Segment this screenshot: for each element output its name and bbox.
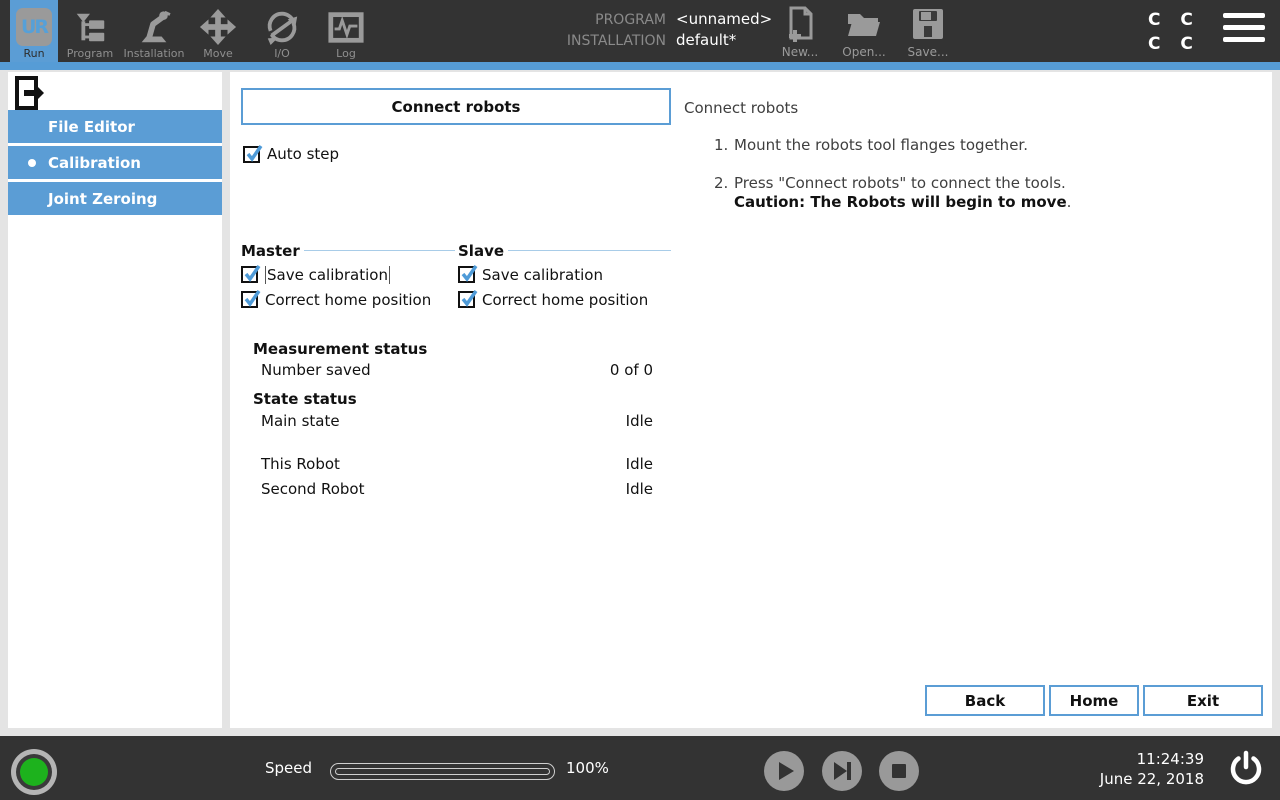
main-state-label: Main state <box>261 412 340 430</box>
time-text: 11:24:39 <box>1136 750 1204 768</box>
sidebar-item-joint-zeroing[interactable]: Joint Zeroing <box>8 182 222 215</box>
measurement-row: Number saved 0 of 0 <box>261 361 653 379</box>
home-button[interactable]: Home <box>1049 685 1139 716</box>
date-text: June 22, 2018 <box>1099 770 1204 788</box>
connect-robots-button[interactable]: Connect robots <box>241 88 671 125</box>
this-robot-label: This Robot <box>261 455 340 473</box>
master-correct-home-row: Correct home position <box>241 290 455 309</box>
tab-io[interactable]: I/O <box>250 0 314 62</box>
speed-value: 100% <box>566 759 609 777</box>
tab-installation[interactable]: Installation <box>122 0 186 62</box>
instructions-panel: Connect robots 1. Mount the robots tool … <box>684 99 1244 212</box>
slave-correct-home-checkbox[interactable] <box>458 290 478 308</box>
move-arrows-icon <box>198 7 238 47</box>
corner-status-text: C C C C <box>1148 10 1193 54</box>
tab-program[interactable]: Program <box>58 0 122 62</box>
main-tabs: UR Run Program Installation Move I/O Log <box>10 0 378 62</box>
master-legend: Master <box>241 242 455 260</box>
legend-line <box>303 250 455 251</box>
robot-arm-icon <box>134 7 174 47</box>
speed-slider[interactable] <box>330 763 555 780</box>
status-green-light <box>20 758 48 786</box>
instruction-step-2: 2. Press "Connect robots" to connect the… <box>714 174 1072 211</box>
auto-step-checkbox[interactable] <box>243 144 263 163</box>
active-bullet-icon <box>28 159 36 167</box>
sidebar-item-file-editor[interactable]: File Editor <box>8 110 222 143</box>
header-accent-strip <box>0 62 1280 70</box>
instruction-step-1: 1. Mount the robots tool flanges togethe… <box>714 136 1028 154</box>
installation-name: default* <box>676 31 737 49</box>
hamburger-menu-icon[interactable] <box>1223 13 1265 49</box>
initialize-robot-button[interactable] <box>11 749 57 795</box>
main-panel: Connect robots Auto step Master Save cal… <box>230 72 1272 728</box>
master-save-calibration-row: Save calibration <box>241 265 455 284</box>
open-button[interactable]: Open... <box>839 4 889 60</box>
main-state-row: Main state Idle <box>261 412 653 430</box>
master-correct-home-label: Correct home position <box>265 290 432 309</box>
tab-log[interactable]: Log <box>314 0 378 62</box>
tab-move[interactable]: Move <box>186 0 250 62</box>
step-2-text: Press "Connect robots" to connect the to… <box>734 174 1066 192</box>
save-floppy-icon <box>910 4 946 44</box>
exit-button[interactable]: Exit <box>1143 685 1263 716</box>
second-robot-label: Second Robot <box>261 480 365 498</box>
new-button[interactable]: New... <box>775 4 825 60</box>
slave-correct-home-row: Correct home position <box>458 290 671 309</box>
sidebar-nav: File Editor Calibration Joint Zeroing <box>8 110 222 218</box>
clock: 11:24:39 June 22, 2018 <box>1100 749 1204 789</box>
program-name: <unnamed> <box>676 10 773 28</box>
new-file-icon <box>783 4 817 44</box>
stop-button[interactable] <box>879 751 919 791</box>
state-status-title: State status <box>253 390 357 408</box>
legend-line <box>508 250 671 251</box>
number-saved-label: Number saved <box>261 361 371 379</box>
slave-save-calibration-checkbox[interactable] <box>458 265 478 283</box>
step-button[interactable] <box>822 751 862 791</box>
polyscope-app: UR Run Program Installation Move I/O Log… <box>0 0 1280 800</box>
sidebar-item-calibration[interactable]: Calibration <box>8 146 222 179</box>
io-circular-arrows-icon <box>262 7 302 47</box>
main-state-value: Idle <box>625 412 653 430</box>
slave-legend: Slave <box>458 242 671 260</box>
log-chart-icon <box>326 7 366 47</box>
program-installation-info: PROGRAM <unnamed> INSTALLATION default* <box>548 10 772 49</box>
back-button[interactable]: Back <box>925 685 1045 716</box>
master-save-calibration-checkbox[interactable] <box>241 265 261 283</box>
this-robot-value: Idle <box>625 455 653 473</box>
open-folder-icon <box>844 4 884 44</box>
slave-group: Slave Save calibration Correct home posi… <box>458 242 671 309</box>
measurement-status-title: Measurement status <box>253 340 428 358</box>
collapse-sidebar-icon[interactable] <box>14 75 44 115</box>
this-robot-row: This Robot Idle <box>261 455 653 473</box>
save-button[interactable]: Save... <box>903 4 953 60</box>
top-bar: UR Run Program Installation Move I/O Log… <box>0 0 1280 62</box>
sidebar: File Editor Calibration Joint Zeroing <box>8 72 222 728</box>
bottom-nav-buttons: Back Home Exit <box>921 685 1263 716</box>
slave-correct-home-label: Correct home position <box>482 290 649 309</box>
installation-label: INSTALLATION <box>566 33 666 49</box>
footer-bar: Speed 100% 11:24:39 June 22, 2018 <box>0 736 1280 800</box>
ur-logo-icon: UR <box>14 7 54 47</box>
instructions-title: Connect robots <box>684 99 799 117</box>
power-icon[interactable] <box>1226 748 1266 792</box>
second-robot-row: Second Robot Idle <box>261 480 653 498</box>
auto-step-label: Auto step <box>267 145 340 163</box>
slave-save-calibration-row: Save calibration <box>458 265 671 284</box>
program-label: PROGRAM <box>595 12 666 28</box>
speed-slider-track <box>335 768 550 775</box>
caution-text: Caution: The Robots will begin to move <box>734 193 1067 211</box>
second-robot-value: Idle <box>625 480 653 498</box>
file-buttons: New... Open... Save... <box>775 4 953 60</box>
master-save-calibration-label: Save calibration <box>265 265 390 284</box>
auto-step-row: Auto step <box>243 144 340 163</box>
tab-run[interactable]: UR Run <box>10 0 58 62</box>
program-tree-icon <box>70 7 110 47</box>
number-saved-value: 0 of 0 <box>609 361 653 379</box>
play-button[interactable] <box>764 751 804 791</box>
master-correct-home-checkbox[interactable] <box>241 290 261 308</box>
speed-label: Speed <box>265 759 313 777</box>
slave-save-calibration-label: Save calibration <box>482 265 603 284</box>
master-group: Master Save calibration Correct home pos… <box>241 242 455 309</box>
